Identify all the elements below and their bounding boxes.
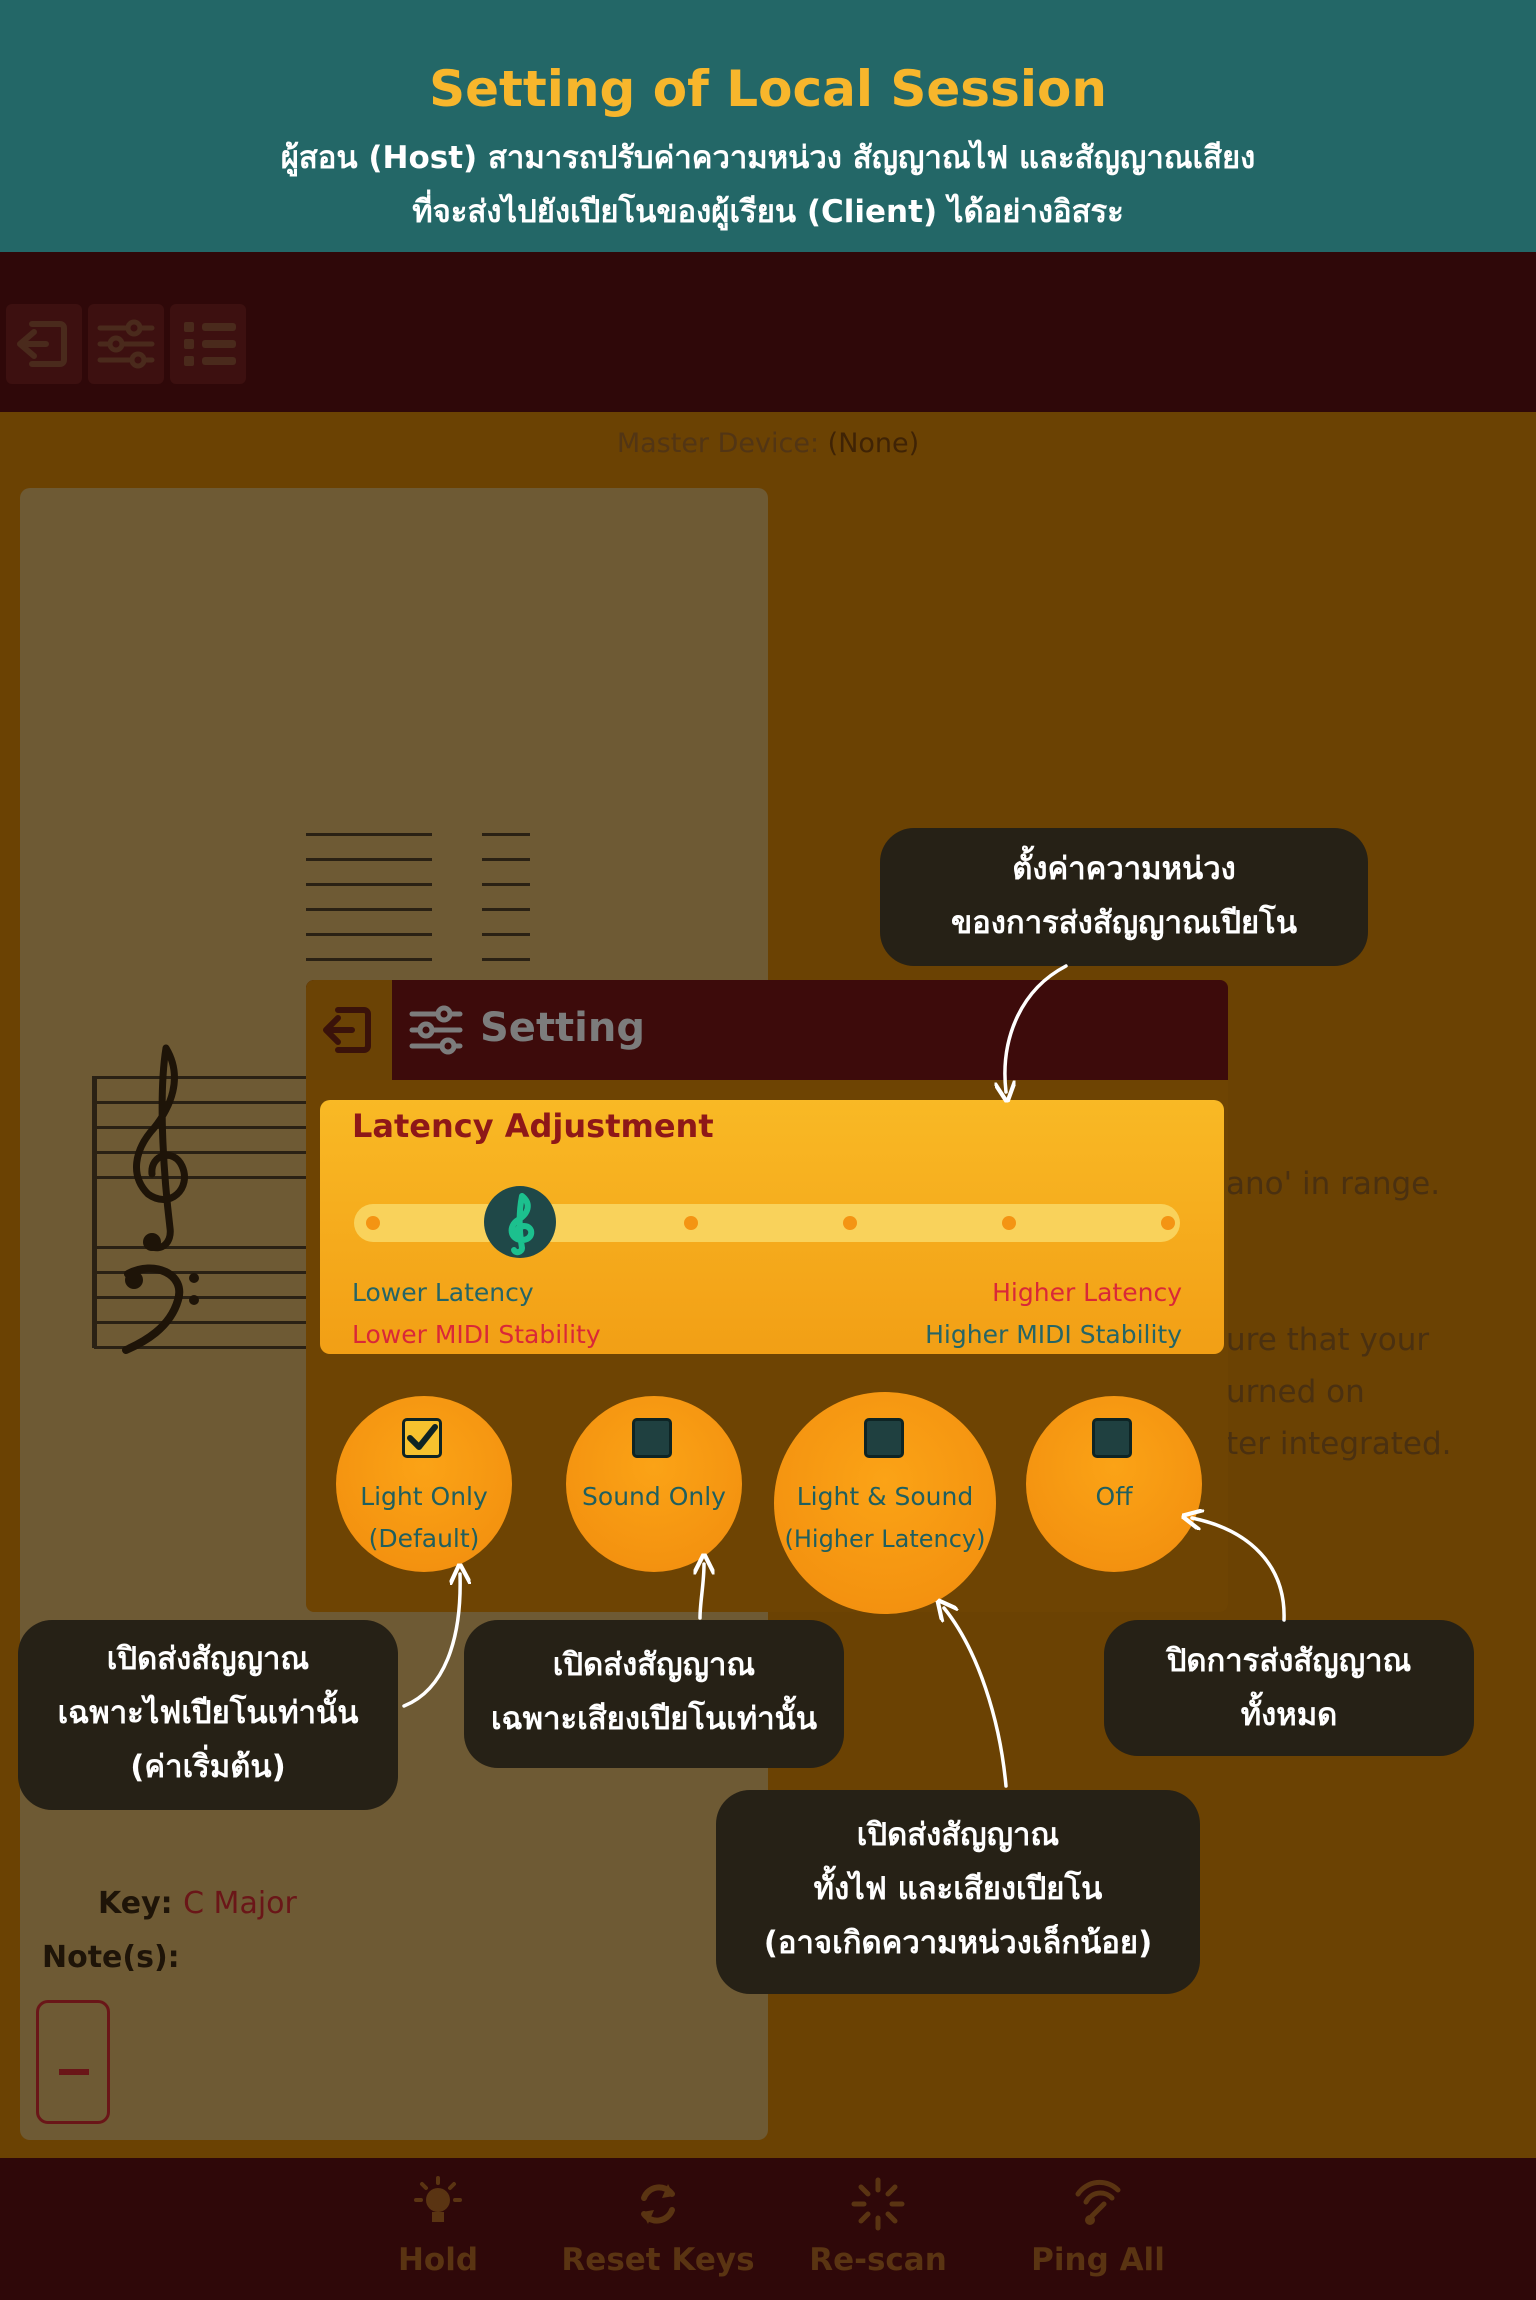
annotation-arrows — [402, 964, 1286, 1788]
arrow-latency — [1005, 964, 1068, 1092]
arrow-light-only — [402, 1574, 460, 1708]
arrow-light-and-sound — [944, 1608, 1008, 1788]
arrow-off — [1192, 1518, 1286, 1622]
arrow-sound-only — [700, 1564, 704, 1620]
